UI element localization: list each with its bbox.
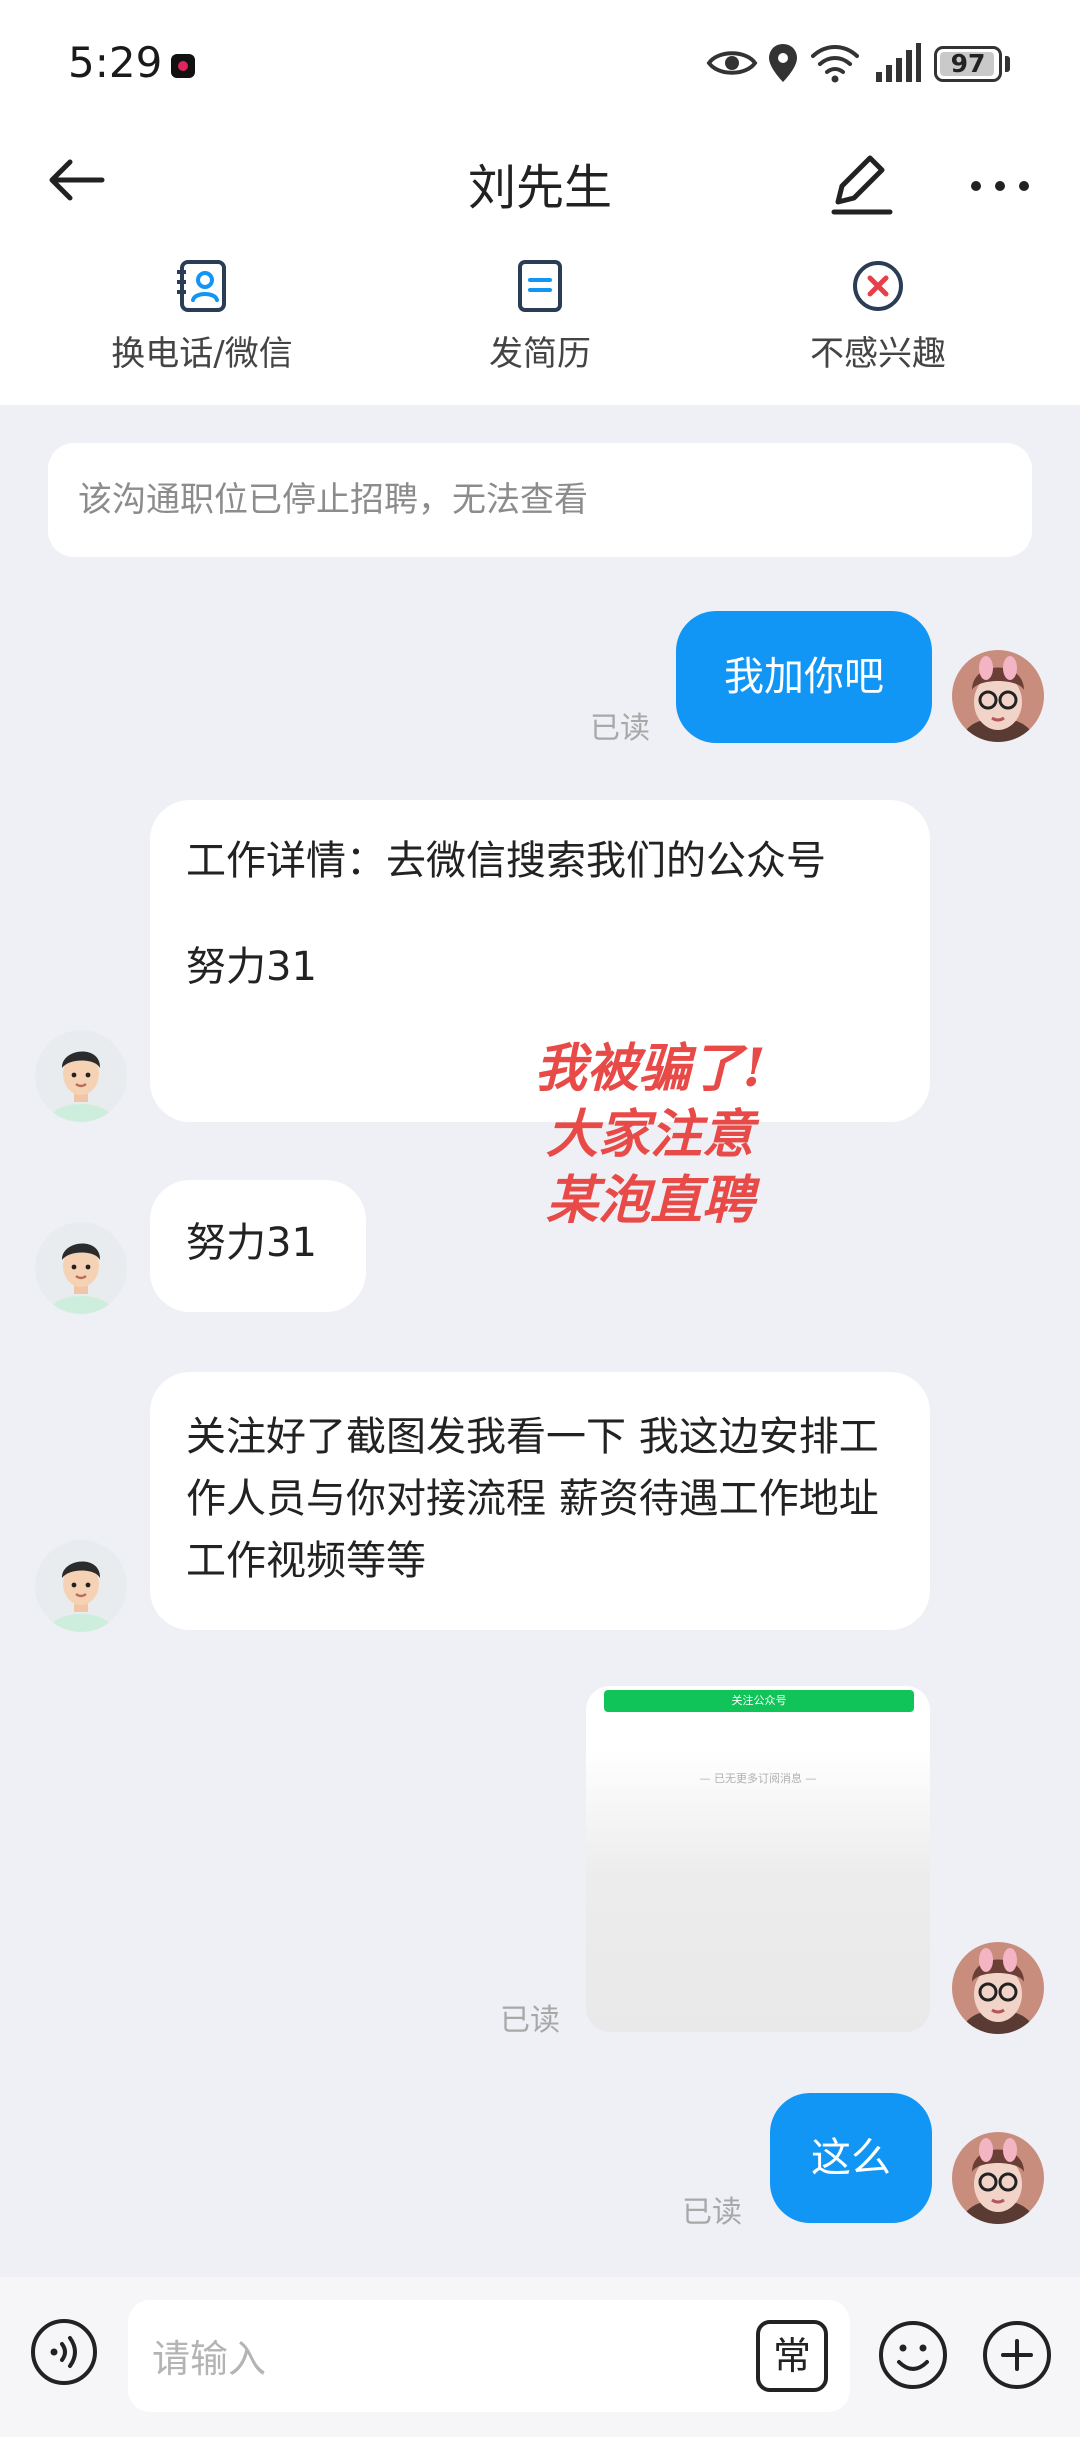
battery-indicator: 97 xyxy=(934,46,1002,82)
eye-icon xyxy=(706,51,758,75)
voice-icon[interactable] xyxy=(28,2316,100,2388)
screen-record-icon xyxy=(171,54,195,78)
signal-icon xyxy=(876,43,921,82)
annotation-line: 大家注意 xyxy=(545,1104,754,1165)
incoming-message[interactable]: 努力31 xyxy=(150,1180,366,1312)
contact-card-icon xyxy=(177,260,226,312)
not-interested-label: 不感兴趣 xyxy=(810,334,946,374)
outgoing-message[interactable]: 这么 xyxy=(770,2093,932,2223)
system-notice: 该沟通职位已停止招聘，无法查看 xyxy=(48,443,1032,557)
outgoing-message[interactable]: 我加你吧 xyxy=(676,611,932,743)
battery-percent: 97 xyxy=(950,49,986,78)
page-title: 刘先生 xyxy=(467,160,612,216)
annotation-line: 某泡直聘 xyxy=(545,1170,754,1231)
my-avatar[interactable] xyxy=(952,1942,1044,2034)
exchange-contact-label: 换电话/微信 xyxy=(111,334,293,374)
status-time: 5:29 xyxy=(68,38,163,87)
warning-annotation: 我被骗了! 大家注意 某泡直聘 xyxy=(480,1036,820,1234)
battery-tip xyxy=(1005,56,1010,72)
more-icon[interactable] xyxy=(960,146,1040,226)
input-placeholder: 请输入 xyxy=(152,2337,267,2381)
plus-icon[interactable] xyxy=(980,2318,1054,2392)
my-avatar[interactable] xyxy=(952,650,1044,742)
quick-reply-button[interactable]: 常 xyxy=(756,2320,828,2392)
read-status: 已读 xyxy=(682,2195,742,2230)
annotation-line: 我被骗了! xyxy=(534,1038,766,1099)
read-status: 已读 xyxy=(500,2003,560,2038)
edit-icon[interactable] xyxy=(820,146,904,226)
send-resume-button[interactable]: 发简历 xyxy=(410,258,670,388)
close-circle-icon xyxy=(853,261,903,311)
document-icon xyxy=(518,260,562,312)
back-arrow-icon[interactable] xyxy=(40,140,120,220)
wifi-icon xyxy=(811,45,859,83)
location-icon xyxy=(769,44,797,82)
read-status: 已读 xyxy=(590,711,650,746)
image-header-bar: 关注公众号 xyxy=(604,1690,914,1712)
my-avatar[interactable] xyxy=(952,2132,1044,2224)
send-resume-label: 发简历 xyxy=(489,334,591,374)
contact-avatar[interactable] xyxy=(35,1222,127,1314)
contact-avatar[interactable] xyxy=(35,1030,127,1122)
emoji-icon[interactable] xyxy=(876,2318,950,2392)
image-caption: — 已无更多订阅消息 — xyxy=(699,1772,817,1785)
exchange-contact-button[interactable]: 换电话/微信 xyxy=(72,258,332,388)
message-text: 努力31 xyxy=(186,944,317,990)
message-text: 工作详情：去微信搜索我们的公众号 xyxy=(186,838,826,884)
incoming-message[interactable]: 关注好了截图发我看一下 我这边安排工作人员与你对接流程 薪资待遇工作地址 工作视… xyxy=(150,1372,930,1630)
image-message[interactable]: 关注公众号 — 已无更多订阅消息 — xyxy=(586,1686,930,2032)
contact-avatar[interactable] xyxy=(35,1540,127,1632)
not-interested-button[interactable]: 不感兴趣 xyxy=(748,258,1008,388)
